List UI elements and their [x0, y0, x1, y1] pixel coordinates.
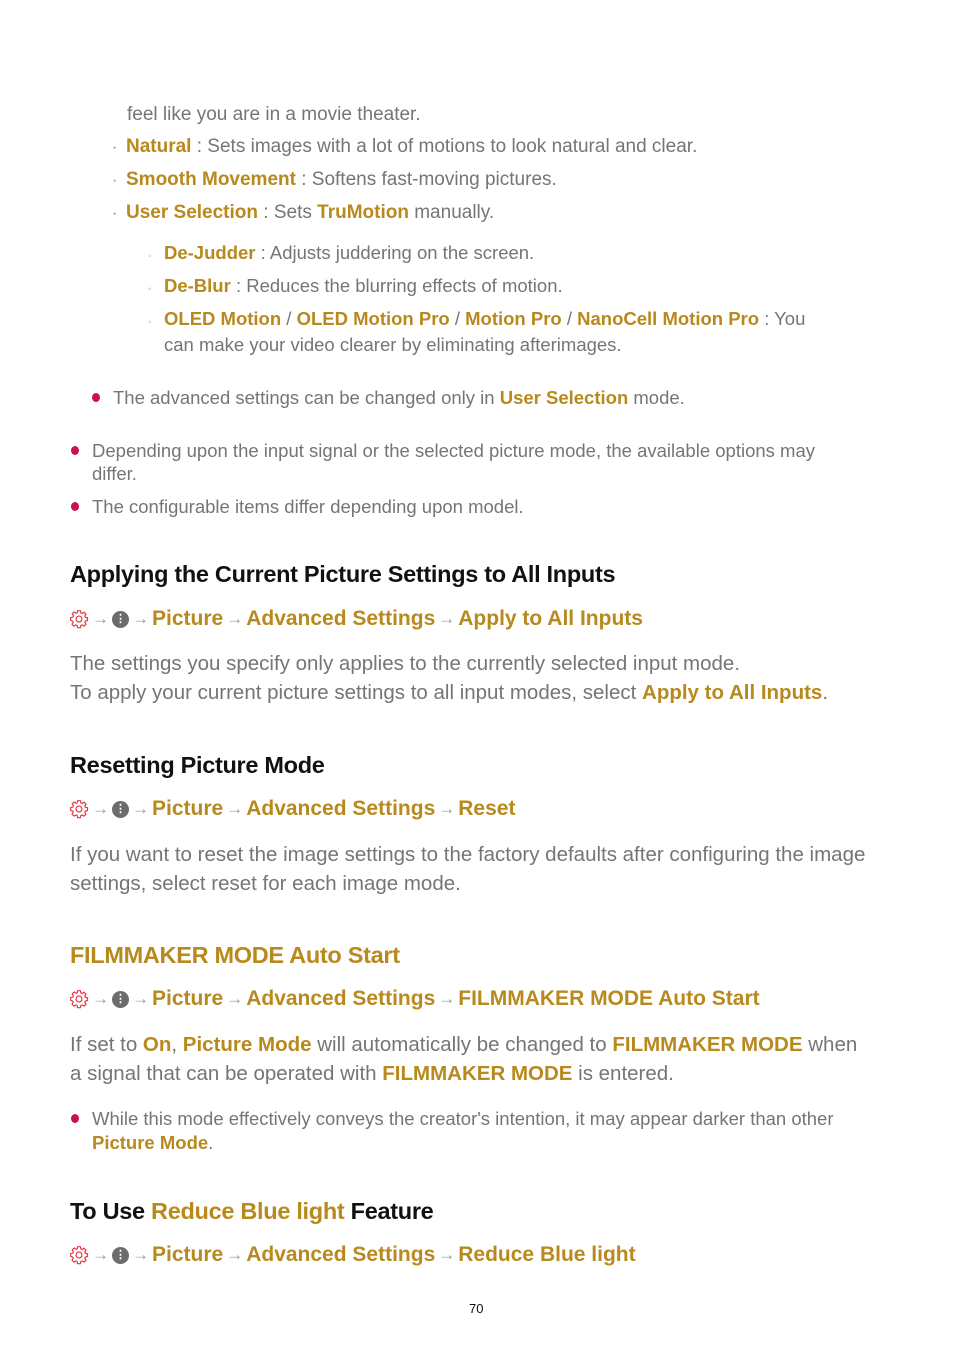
- apply-paragraph: The settings you specify only applies to…: [70, 652, 829, 704]
- path-item: Advanced Settings: [246, 987, 436, 1010]
- path-item: Advanced Settings: [246, 1243, 436, 1266]
- more-options-icon: ⋮: [112, 610, 129, 628]
- note-bullet-icon: [92, 393, 100, 402]
- option-smooth-movement: · Smooth Movement : Softens fast-moving p…: [112, 168, 557, 193]
- arrow-icon: →: [438, 989, 456, 1008]
- path-item: Picture: [152, 987, 224, 1010]
- gear-icon: [70, 990, 89, 1009]
- option-natural: · Natural : Sets images with a lot of mot…: [112, 135, 697, 160]
- menu-path-reduce-blue-light: → ⋮ → Picture → Advanced Settings → Redu…: [69, 1243, 636, 1267]
- reset-paragraph: If you want to reset the image settings …: [70, 843, 866, 895]
- note-input-signal-line2: differ.: [92, 463, 137, 484]
- filmmaker-note: While this mode effectively conveys the …: [92, 1108, 834, 1129]
- more-options-icon: ⋮: [112, 990, 129, 1008]
- arrow-icon: →: [92, 799, 109, 818]
- dot-bullet-icon: ·: [112, 172, 118, 189]
- arrow-icon: →: [438, 799, 456, 818]
- sub-option-de-judder: ◦ De-Judder : Adjusts juddering on the sc…: [148, 241, 534, 269]
- section-title-reset: Resetting Picture Mode: [70, 752, 325, 778]
- path-item: Advanced Settings: [246, 797, 436, 820]
- ring-bullet-icon: ◦: [148, 251, 152, 262]
- more-options-icon: ⋮: [112, 800, 129, 818]
- note-advanced-settings: The advanced settings can be changed onl…: [113, 387, 685, 408]
- path-item: FILMMAKER MODE Auto Start: [458, 987, 760, 1010]
- arrow-icon: →: [226, 1245, 244, 1264]
- path-item: Picture: [152, 797, 224, 820]
- arrow-icon: →: [92, 1245, 109, 1264]
- filmmaker-paragraph: If set to On, Picture Mode will automati…: [70, 1033, 858, 1085]
- section-title-filmmaker: FILMMAKER MODE Auto Start: [70, 942, 400, 968]
- arrow-icon: →: [438, 1245, 456, 1264]
- path-item: Reset: [458, 797, 516, 820]
- menu-path-apply-all-inputs: → ⋮ → Picture → Advanced Settings → Appl…: [69, 607, 643, 631]
- note-configurable-items: The configurable items differ depending …: [92, 496, 524, 517]
- more-options-icon: ⋮: [112, 1246, 129, 1264]
- path-item: Picture: [152, 607, 224, 630]
- path-item: Reduce Blue light: [458, 1243, 636, 1266]
- menu-path-reset: → ⋮ → Picture → Advanced Settings → Rese…: [69, 797, 515, 821]
- arrow-icon: →: [226, 989, 244, 1008]
- filmmaker-note-line2: Picture Mode.: [92, 1132, 214, 1153]
- section-title-apply-all-inputs: Applying the Current Picture Settings to…: [70, 561, 616, 587]
- option-user-selection: · User Selection : Sets TruMotion manuall…: [112, 201, 494, 226]
- arrow-icon: →: [226, 609, 244, 628]
- gear-icon: [70, 1246, 89, 1265]
- dot-bullet-icon: ·: [112, 139, 118, 156]
- arrow-icon: →: [226, 799, 244, 818]
- note-bullet-icon: [71, 1114, 79, 1123]
- gear-icon: [70, 610, 89, 629]
- sub-option-motion-pro: ◦ OLED Motion / OLED Motion Pro / Motion …: [148, 307, 805, 335]
- arrow-icon: →: [132, 1245, 149, 1264]
- arrow-icon: →: [132, 989, 149, 1008]
- section-title-reduce-blue-light: To Use Reduce Blue light Feature: [70, 1198, 434, 1224]
- note-input-signal: Depending upon the input signal or the s…: [92, 440, 815, 461]
- continuation-text: feel like you are in a movie theater.: [127, 104, 421, 125]
- arrow-icon: →: [132, 799, 149, 818]
- page-number: 70: [469, 1301, 484, 1316]
- path-item: Picture: [152, 1243, 224, 1266]
- sub-option-motion-pro-line2: can make your video clearer by eliminati…: [164, 334, 622, 355]
- note-bullet-icon: [71, 446, 79, 455]
- dot-bullet-icon: ·: [112, 205, 118, 222]
- arrow-icon: →: [92, 609, 109, 628]
- arrow-icon: →: [92, 989, 109, 1008]
- ring-bullet-icon: ◦: [148, 284, 152, 295]
- arrow-icon: →: [132, 609, 149, 628]
- gear-icon: [70, 800, 89, 819]
- path-item: Advanced Settings: [246, 607, 436, 630]
- ring-bullet-icon: ◦: [148, 317, 152, 328]
- sub-option-de-blur: ◦ De-Blur : Reduces the blurring effects …: [148, 274, 563, 302]
- arrow-icon: →: [438, 609, 456, 628]
- path-item: Apply to All Inputs: [458, 607, 643, 630]
- note-bullet-icon: [71, 502, 79, 511]
- menu-path-filmmaker: → ⋮ → Picture → Advanced Settings → FILM…: [69, 987, 760, 1011]
